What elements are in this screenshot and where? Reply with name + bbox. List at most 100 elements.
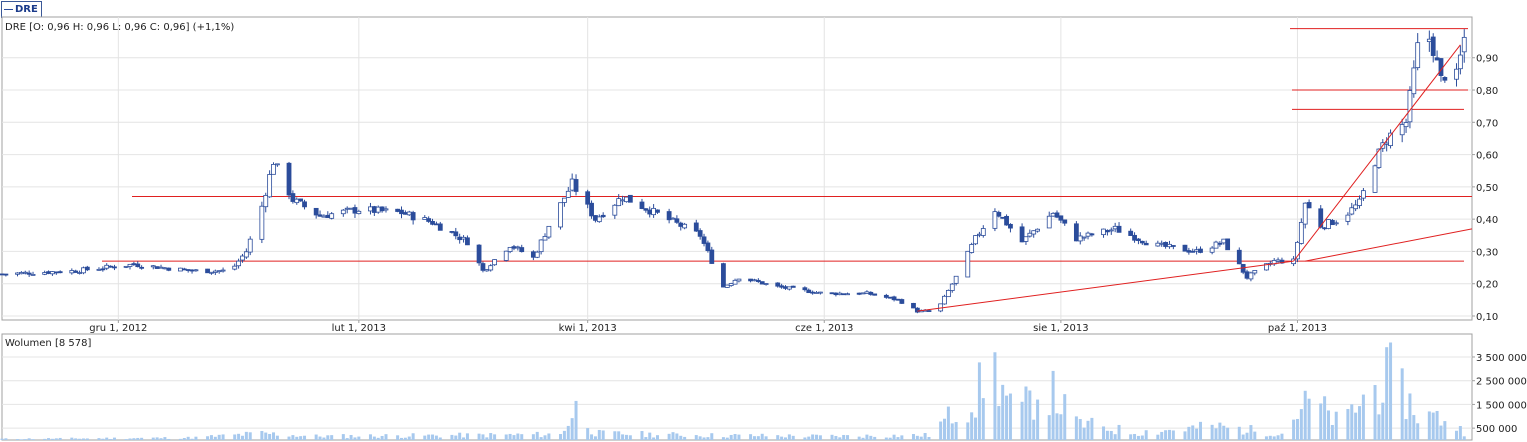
candle-body (410, 212, 416, 221)
candle-body (100, 268, 106, 271)
volume-bar (0, 438, 4, 440)
candle-body (546, 225, 552, 238)
volume-bar (1001, 384, 1005, 440)
volume-bar (780, 436, 784, 440)
candle-body (1236, 249, 1242, 265)
candle-body (829, 292, 835, 295)
candle-body (1116, 225, 1122, 233)
volume-bar (1024, 386, 1028, 440)
volume-bar (50, 438, 54, 440)
volume-bar (974, 417, 978, 440)
candle-body (1023, 236, 1029, 242)
candle-body (212, 270, 218, 273)
volume-bar (811, 434, 815, 440)
candle-body (693, 222, 699, 232)
date-tick-label: sie 1, 2013 (1033, 323, 1089, 334)
candle-body (329, 213, 335, 219)
volume-bar (943, 418, 947, 440)
volume-bar (884, 437, 888, 440)
candle-body (565, 190, 571, 198)
candle-body (763, 283, 769, 285)
candle-body (845, 293, 850, 296)
volume-bar (648, 432, 652, 440)
volume-bar (508, 433, 512, 440)
volume-bar (1264, 436, 1268, 440)
volume-bar (1408, 393, 1412, 440)
volume-tick-label: 2 500 000 (1476, 377, 1527, 388)
volume-bar (593, 436, 597, 440)
candle-body (1244, 271, 1250, 279)
candle-body (274, 163, 280, 166)
volume-bar (1187, 426, 1191, 440)
volume-bar (403, 437, 407, 440)
candle-body (240, 255, 245, 261)
volume-bar (900, 435, 904, 440)
volume-bar (423, 435, 427, 440)
candle-body (1411, 67, 1417, 95)
volume-bar (586, 428, 590, 440)
volume-bar (1047, 415, 1051, 440)
volume-bar (830, 434, 834, 440)
candle-body (1004, 215, 1009, 226)
candle-body (945, 289, 951, 298)
candle-body (759, 281, 765, 285)
candle-body (449, 231, 455, 233)
volume-bar (993, 352, 997, 440)
volume-bar (628, 435, 632, 440)
candle-body (1302, 202, 1308, 225)
candle-body (666, 211, 672, 221)
candle-body (30, 273, 36, 276)
candle-body (736, 278, 742, 282)
candle-body (1112, 225, 1118, 230)
candle-body (108, 265, 114, 268)
candle-body (484, 269, 490, 272)
candle-body (1143, 242, 1149, 246)
candle-body (189, 269, 195, 272)
candle-body (895, 298, 901, 301)
candle-body (18, 272, 24, 275)
candle-body (674, 218, 680, 223)
candle-body (348, 207, 354, 210)
candle-body (511, 246, 517, 249)
volume-bar (652, 437, 656, 440)
candle-body (263, 194, 269, 208)
volume-bar (217, 434, 221, 440)
volume-bar (368, 434, 372, 440)
candle-body (426, 218, 432, 222)
candle-body (790, 285, 796, 288)
volume-bar (178, 438, 182, 440)
volume-bar (1346, 408, 1350, 440)
candle-body (368, 206, 373, 212)
volume-bar (512, 435, 516, 440)
candle-body (127, 263, 133, 267)
candle-body (841, 293, 847, 296)
candle-body (1430, 36, 1436, 56)
candle-body (1163, 241, 1168, 247)
candle-body (542, 236, 548, 241)
candle-body (81, 267, 86, 274)
volume-bar (1295, 418, 1299, 440)
volume-bar (1117, 424, 1121, 440)
volume-bar (132, 438, 136, 440)
candle-body (383, 208, 389, 211)
volume-bar (213, 436, 217, 440)
volume-bar (1032, 419, 1036, 440)
volume-bar (1109, 430, 1113, 440)
volume-bar (683, 436, 687, 440)
volume-bar (621, 434, 625, 440)
chart-svg: 0,90 0,80 0,70 0,60 0,50 0,40 0,30 0,20 0,10 gru… (0, 16, 1527, 441)
candle-body (992, 211, 998, 229)
volume-bar (1210, 424, 1214, 440)
candle-body (682, 223, 688, 229)
price-legend: DRE [O: 0,96 H: 0,96 L: 0,96 C: 0,96] (+… (5, 22, 234, 33)
candle-body (701, 236, 707, 244)
volume-bar (535, 431, 539, 440)
volume-bar (559, 434, 563, 440)
candle-body (973, 235, 978, 245)
candle-body (402, 212, 408, 215)
candle-body (596, 216, 602, 223)
volume-bar (1361, 394, 1365, 440)
candle-body (705, 242, 711, 251)
candle-body (139, 266, 145, 269)
volume-bar (970, 412, 974, 440)
